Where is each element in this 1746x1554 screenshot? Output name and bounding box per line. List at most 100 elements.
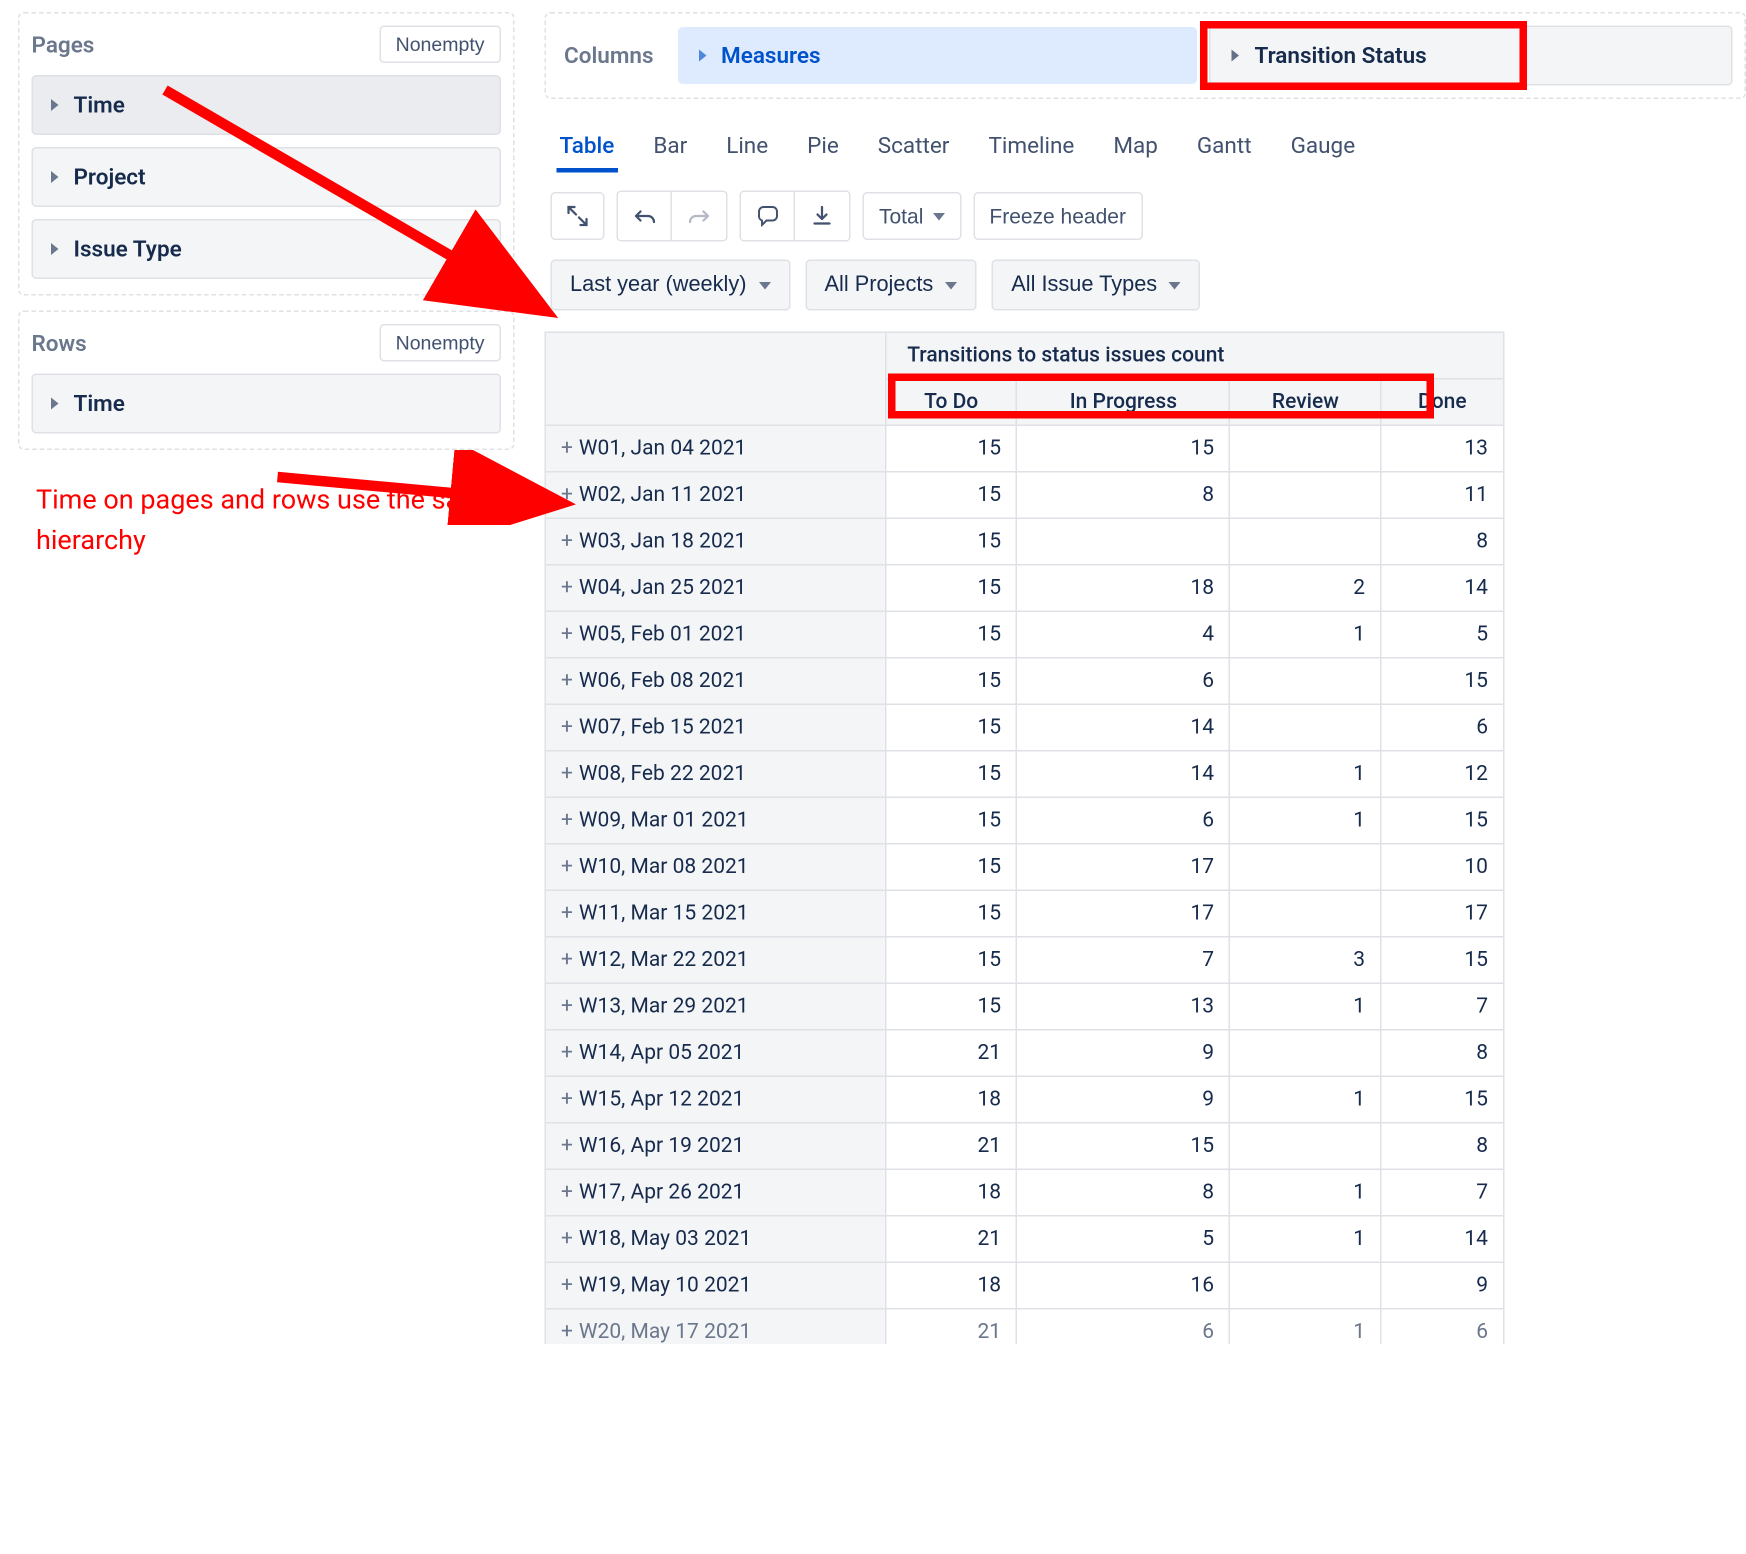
expand-row-icon[interactable]: + (561, 576, 573, 600)
expand-row-icon[interactable]: + (561, 483, 573, 507)
row-label[interactable]: +W01, Jan 04 2021 (545, 425, 885, 472)
cell (1230, 844, 1381, 891)
column-header[interactable]: In Progress (1017, 379, 1230, 426)
expand-row-icon[interactable]: + (561, 902, 573, 926)
expand-row-icon[interactable]: + (561, 1320, 573, 1344)
chart-tab-bar[interactable]: Bar (650, 123, 690, 173)
metric-header[interactable]: Transitions to status issues count (885, 332, 1503, 379)
expand-row-icon[interactable]: + (561, 669, 573, 693)
pages-dim-issue-type[interactable]: Issue Type (32, 219, 502, 279)
chart-tab-line[interactable]: Line (723, 123, 771, 173)
row-label[interactable]: +W10, Mar 08 2021 (545, 844, 885, 891)
chart-tab-gauge[interactable]: Gauge (1288, 123, 1359, 173)
pages-dim-project[interactable]: Project (32, 147, 502, 207)
left-panel: Pages Nonempty Time Project Issue Type R… (0, 0, 533, 1344)
rows-dim-time[interactable]: Time (32, 374, 502, 434)
row-label[interactable]: +W15, Apr 12 2021 (545, 1076, 885, 1123)
cell: 15 (1381, 658, 1504, 705)
row-label[interactable]: +W06, Feb 08 2021 (545, 658, 885, 705)
rows-title: Rows (32, 329, 87, 356)
expand-row-icon[interactable]: + (561, 1274, 573, 1298)
column-header[interactable]: Review (1230, 379, 1381, 426)
columns-section: Columns Measures Transition Status (545, 12, 1746, 99)
expand-row-icon[interactable]: + (561, 716, 573, 740)
cell: 7 (1381, 1169, 1504, 1216)
cell: 6 (1017, 658, 1230, 705)
total-dropdown[interactable]: Total (863, 192, 961, 240)
row-label[interactable]: +W04, Jan 25 2021 (545, 565, 885, 612)
columns-label: Columns (558, 33, 666, 78)
table-row: +W16, Apr 19 202121158 (545, 1123, 1504, 1170)
expand-row-icon[interactable]: + (561, 1181, 573, 1205)
caret-down-icon (758, 281, 770, 289)
cell: 15 (885, 658, 1016, 705)
table-row: +W12, Mar 22 2021157315 (545, 937, 1504, 984)
columns-chip-transition-status[interactable]: Transition Status (1210, 26, 1733, 86)
undo-button[interactable] (618, 192, 672, 240)
total-label: Total (879, 204, 923, 228)
pages-nonempty-button[interactable]: Nonempty (379, 26, 501, 64)
row-label[interactable]: +W14, Apr 05 2021 (545, 1030, 885, 1077)
expand-row-icon[interactable]: + (561, 530, 573, 554)
expand-row-icon[interactable]: + (561, 855, 573, 879)
row-label[interactable]: +W08, Feb 22 2021 (545, 751, 885, 798)
row-label[interactable]: +W19, May 10 2021 (545, 1262, 885, 1309)
filter-issue-type[interactable]: All Issue Types (992, 260, 1201, 311)
expand-row-icon[interactable]: + (561, 1227, 573, 1251)
cell: 15 (885, 472, 1016, 519)
columns-chip-measures[interactable]: Measures (678, 27, 1198, 84)
chart-tab-pie[interactable]: Pie (804, 123, 842, 173)
row-label[interactable]: +W11, Mar 15 2021 (545, 890, 885, 937)
expand-row-icon[interactable]: + (561, 1088, 573, 1112)
chart-tab-scatter[interactable]: Scatter (875, 123, 953, 173)
cell: 14 (1381, 1216, 1504, 1263)
column-header[interactable]: To Do (885, 379, 1016, 426)
pages-dim-time[interactable]: Time (32, 75, 502, 135)
expand-row-icon[interactable]: + (561, 948, 573, 972)
download-button[interactable] (795, 192, 849, 240)
expand-row-icon[interactable]: + (561, 995, 573, 1019)
row-label[interactable]: +W02, Jan 11 2021 (545, 472, 885, 519)
cell: 15 (885, 844, 1016, 891)
filter-time[interactable]: Last year (weekly) (551, 260, 790, 311)
comment-icon (757, 206, 778, 227)
chart-tab-table[interactable]: Table (557, 123, 618, 173)
row-label[interactable]: +W05, Feb 01 2021 (545, 611, 885, 658)
cell: 1 (1230, 1169, 1381, 1216)
chart-tab-timeline[interactable]: Timeline (985, 123, 1077, 173)
expand-row-icon[interactable]: + (561, 1041, 573, 1065)
expand-row-icon[interactable]: + (561, 762, 573, 786)
row-label[interactable]: +W13, Mar 29 2021 (545, 983, 885, 1030)
dim-label: Time (74, 92, 125, 119)
row-label[interactable]: +W17, Apr 26 2021 (545, 1169, 885, 1216)
chevron-right-icon (51, 398, 59, 410)
cell: 15 (885, 611, 1016, 658)
redo-button[interactable] (672, 192, 726, 240)
filter-project[interactable]: All Projects (805, 260, 977, 311)
cell (1017, 518, 1230, 565)
row-label[interactable]: +W03, Jan 18 2021 (545, 518, 885, 565)
expand-row-icon[interactable]: + (561, 437, 573, 461)
cell: 6 (1381, 704, 1504, 751)
cell: 5 (1381, 611, 1504, 658)
row-label[interactable]: +W16, Apr 19 2021 (545, 1123, 885, 1170)
row-label[interactable]: +W20, May 17 2021 (545, 1309, 885, 1344)
cell: 14 (1381, 565, 1504, 612)
row-label[interactable]: +W07, Feb 15 2021 (545, 704, 885, 751)
cell (1230, 1030, 1381, 1077)
comment-button[interactable] (741, 192, 795, 240)
column-header[interactable]: Done (1381, 379, 1504, 426)
expand-row-icon[interactable]: + (561, 809, 573, 833)
expand-row-icon[interactable]: + (561, 1134, 573, 1158)
chart-tab-map[interactable]: Map (1110, 123, 1161, 173)
chart-tab-gantt[interactable]: Gantt (1194, 123, 1255, 173)
row-label[interactable]: +W09, Mar 01 2021 (545, 797, 885, 844)
expand-row-icon[interactable]: + (561, 623, 573, 647)
cell: 9 (1381, 1262, 1504, 1309)
row-label[interactable]: +W12, Mar 22 2021 (545, 937, 885, 984)
row-label[interactable]: +W18, May 03 2021 (545, 1216, 885, 1263)
freeze-header-button[interactable]: Freeze header (973, 192, 1143, 240)
cell (1230, 518, 1381, 565)
rows-nonempty-button[interactable]: Nonempty (379, 324, 501, 362)
expand-icon[interactable] (551, 192, 605, 240)
